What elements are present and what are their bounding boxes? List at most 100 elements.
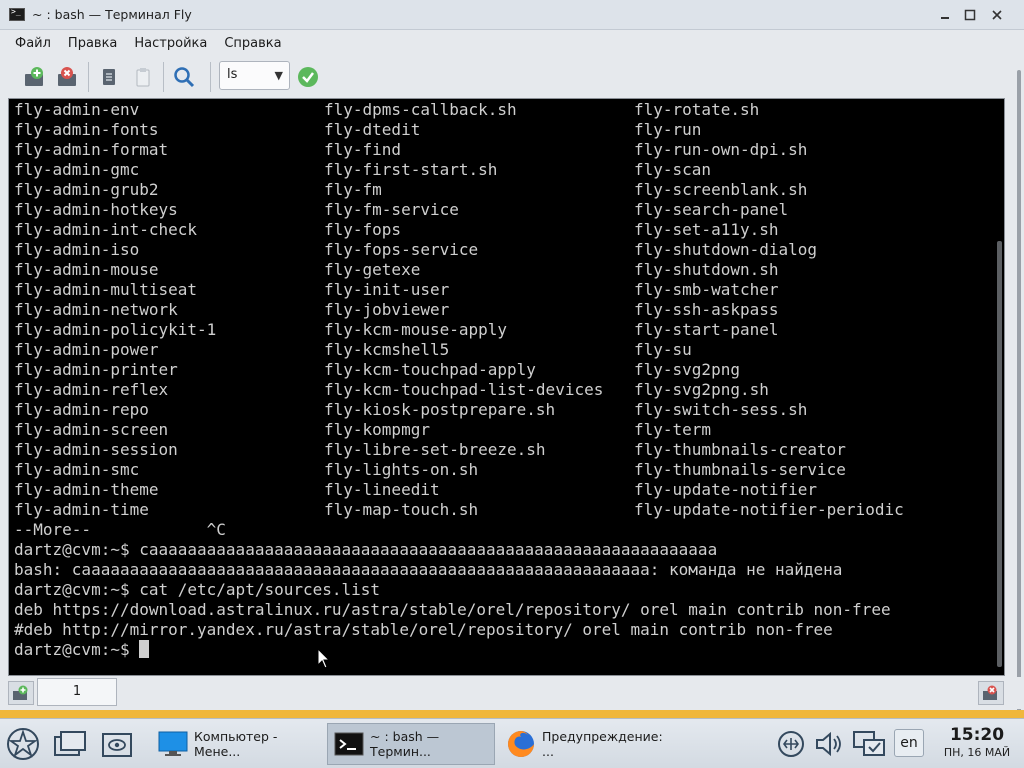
ls-entry: fly-update-notifier — [634, 480, 818, 499]
copy-icon — [103, 69, 115, 85]
ls-entry: fly-admin-time — [14, 500, 149, 519]
ls-entry: fly-rotate.sh — [634, 100, 760, 119]
remove-terminal-icon — [58, 67, 76, 86]
terminal-line: dartz@cvm:~$ caaaaaaaaaaaaaaaaaaaaaaaaaa… — [14, 540, 718, 559]
show-desktop-button[interactable] — [100, 726, 134, 762]
ls-entry: fly-kcmshell5 — [324, 340, 450, 359]
task-firefox-warning[interactable]: Предупреждение: ... — [500, 723, 670, 765]
search-button[interactable] — [171, 64, 197, 90]
ls-entry: fly-admin-hotkeys — [14, 200, 178, 219]
window-scrollbar-thumb[interactable] — [1017, 70, 1021, 720]
search-icon — [174, 67, 195, 88]
firefox-icon — [506, 731, 536, 757]
ls-entry: fly-svg2png.sh — [634, 380, 769, 399]
keyboard-layout-indicator[interactable]: en — [894, 729, 924, 757]
window-scrollbar[interactable] — [1017, 62, 1022, 720]
menu-help[interactable]: Справка — [216, 36, 290, 51]
volume-icon — [816, 731, 841, 757]
terminal-scrollbar[interactable] — [997, 241, 1002, 667]
ls-entry: fly-smb-watcher — [634, 280, 779, 299]
tab-new-button[interactable] — [8, 681, 34, 705]
task-terminal[interactable]: ~ : bash — Термин... — [327, 723, 495, 765]
window-titlebar[interactable]: ~ : bash — Терминал Fly — [0, 0, 1024, 30]
ls-entry: fly-admin-power — [14, 340, 159, 359]
start-star-icon — [7, 728, 39, 760]
task-label: Компьютер - Мене... — [194, 729, 278, 759]
text-cursor — [139, 640, 150, 658]
ls-entry: fly-lineedit — [324, 480, 440, 499]
tab-1[interactable]: 1 — [37, 678, 117, 706]
ls-entry: fly-set-a11y.sh — [634, 220, 779, 239]
clock-time: 15:20 — [949, 725, 1005, 745]
ls-entry: fly-admin-format — [14, 140, 169, 159]
toolbar-separator — [210, 62, 211, 92]
ls-entry: fly-dpms-callback.sh — [324, 100, 517, 119]
volume-tray-button[interactable] — [814, 726, 846, 762]
windows-icon — [54, 731, 86, 756]
ls-entry: fly-find — [324, 140, 402, 159]
add-terminal-icon — [25, 67, 43, 86]
close-button[interactable] — [988, 6, 1006, 24]
ls-entry: fly-run — [634, 120, 702, 139]
minimize-button[interactable] — [936, 6, 954, 24]
desktop-eye-icon — [102, 733, 132, 757]
menu-settings[interactable]: Настройка — [126, 36, 216, 51]
ls-entry: fly-lights-on.sh — [324, 460, 479, 479]
checkmark-icon — [298, 67, 318, 87]
ls-entry: fly-getexe — [324, 260, 421, 279]
ls-entry: fly-admin-session — [14, 440, 178, 459]
ls-entry: fly-fops — [324, 220, 402, 239]
ls-entry: fly-admin-int-check — [14, 220, 198, 239]
window-switcher-button[interactable] — [53, 726, 87, 762]
ls-entry: fly-admin-smc — [14, 460, 140, 479]
tab-close-button[interactable] — [978, 681, 1004, 705]
menubar: Файл Правка Настройка Справка — [0, 31, 1024, 55]
copy-button[interactable] — [96, 64, 122, 90]
task-file-manager[interactable]: Компьютер - Мене... — [152, 723, 322, 765]
terminal-view[interactable]: fly-admin-env fly-admin-fonts fly-admin-fo… — [8, 98, 1005, 676]
mouse-pointer-icon — [317, 648, 331, 669]
ls-entry: fly-kiosk-postprepare.sh — [324, 400, 556, 419]
menu-file[interactable]: Файл — [0, 36, 60, 51]
ls-entry: fly-kcm-touchpad-list-devices — [324, 380, 604, 399]
menu-edit[interactable]: Правка — [60, 36, 126, 51]
ls-entry: fly-ssh-askpass — [634, 300, 779, 319]
prompt: dartz@cvm:~$ — [14, 640, 140, 659]
maximize-button[interactable] — [961, 6, 979, 24]
ls-entry: fly-map-touch.sh — [324, 500, 479, 519]
command-combobox[interactable]: ls ▼ — [219, 61, 290, 90]
task-label: ~ : bash — Термин... — [370, 729, 440, 759]
remove-terminal-icon — [983, 685, 997, 700]
clock-date: ПН, 16 МАЙ — [943, 746, 1011, 759]
ls-entry: fly-term — [634, 420, 712, 439]
start-menu-button[interactable] — [6, 726, 40, 762]
ls-entry: fly-thumbnails-creator — [634, 440, 846, 459]
toolbar — [0, 56, 1024, 96]
ls-entry: fly-admin-multiseat — [14, 280, 198, 299]
ls-entry: fly-search-panel — [634, 200, 789, 219]
command-combobox-value: ls — [227, 67, 238, 82]
ls-entry: fly-run-own-dpi.sh — [634, 140, 808, 159]
ls-entry: fly-fm — [324, 180, 382, 199]
minimize-icon — [941, 17, 949, 19]
ls-entry: fly-scan — [634, 160, 712, 179]
close-tab-button[interactable] — [54, 64, 80, 90]
display-tray-button[interactable] — [852, 726, 886, 762]
window-title: ~ : bash — Терминал Fly — [32, 7, 192, 22]
ls-entry: fly-shutdown.sh — [634, 260, 779, 279]
terminal-app-icon — [9, 7, 25, 21]
ls-entry: fly-switch-sess.sh — [634, 400, 808, 419]
clock[interactable]: 15:20 ПН, 16 МАЙ — [936, 725, 1018, 761]
terminal-line: deb https://download.astralinux.ru/astra… — [14, 600, 891, 619]
ls-entry: fly-libre-set-breeze.sh — [324, 440, 546, 459]
add-terminal-icon — [13, 685, 28, 700]
paste-button[interactable] — [130, 64, 156, 90]
ls-entry: fly-init-user — [324, 280, 450, 299]
ls-entry: fly-dtedit — [324, 120, 421, 139]
maximize-icon — [964, 9, 976, 21]
panel-accent-line — [0, 710, 1024, 718]
ls-entry: fly-update-notifier-periodic — [634, 500, 904, 519]
new-tab-button[interactable] — [21, 64, 47, 90]
run-command-button[interactable] — [295, 64, 321, 90]
network-tray-button[interactable] — [776, 726, 806, 762]
